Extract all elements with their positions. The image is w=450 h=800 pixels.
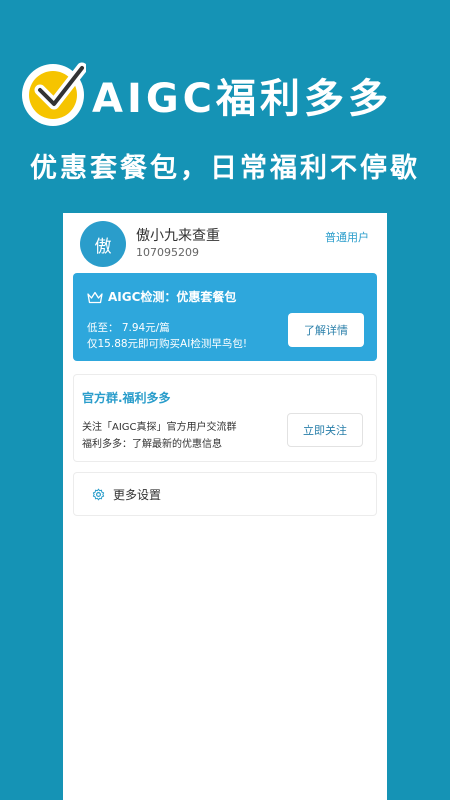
promo-price: 低至： 7.94元/篇: [87, 322, 170, 334]
official-group-card: 官方群.福利多多 关注「AIGC真探」官方用户交流群 福利多多：了解最新的优惠信…: [73, 374, 377, 462]
group-line-1: 关注「AIGC真探」官方用户交流群: [82, 422, 237, 433]
promo-description: 仅15.88元即可购买AI检测早鸟包!: [87, 338, 248, 350]
user-level-badge: 普通用户: [325, 231, 369, 244]
user-name: 傲小九来查重: [136, 228, 220, 244]
more-settings-row[interactable]: 更多设置: [73, 472, 377, 516]
promo-title: AIGC检测：优惠套餐包: [108, 290, 237, 304]
hero-subtitle: 优惠套餐包，日常福利不停歇: [30, 153, 420, 184]
user-profile: 傲 傲小九来查重 107095209 普通用户: [63, 213, 387, 273]
hero-title: AIGC福利多多: [22, 62, 393, 126]
promo-card: AIGC检测：优惠套餐包 低至： 7.94元/篇 仅15.88元即可购买AI检测…: [73, 273, 377, 361]
follow-now-button[interactable]: 立即关注: [287, 413, 363, 447]
crown-icon: [87, 289, 103, 308]
hero-title-text: AIGC福利多多: [92, 76, 393, 122]
more-settings-label: 更多设置: [113, 487, 162, 502]
checkmark-badge-icon: [22, 62, 86, 126]
learn-more-button[interactable]: 了解详情: [288, 313, 364, 347]
avatar[interactable]: 傲: [80, 221, 126, 267]
group-line-2: 福利多多：了解最新的优惠信息: [82, 439, 222, 450]
app-screen: 傲 傲小九来查重 107095209 普通用户 AIGC检测：优惠套餐包 低至：…: [63, 213, 387, 800]
gear-icon: [92, 488, 105, 501]
group-title: 官方群.福利多多: [82, 391, 171, 405]
user-id: 107095209: [136, 246, 199, 259]
